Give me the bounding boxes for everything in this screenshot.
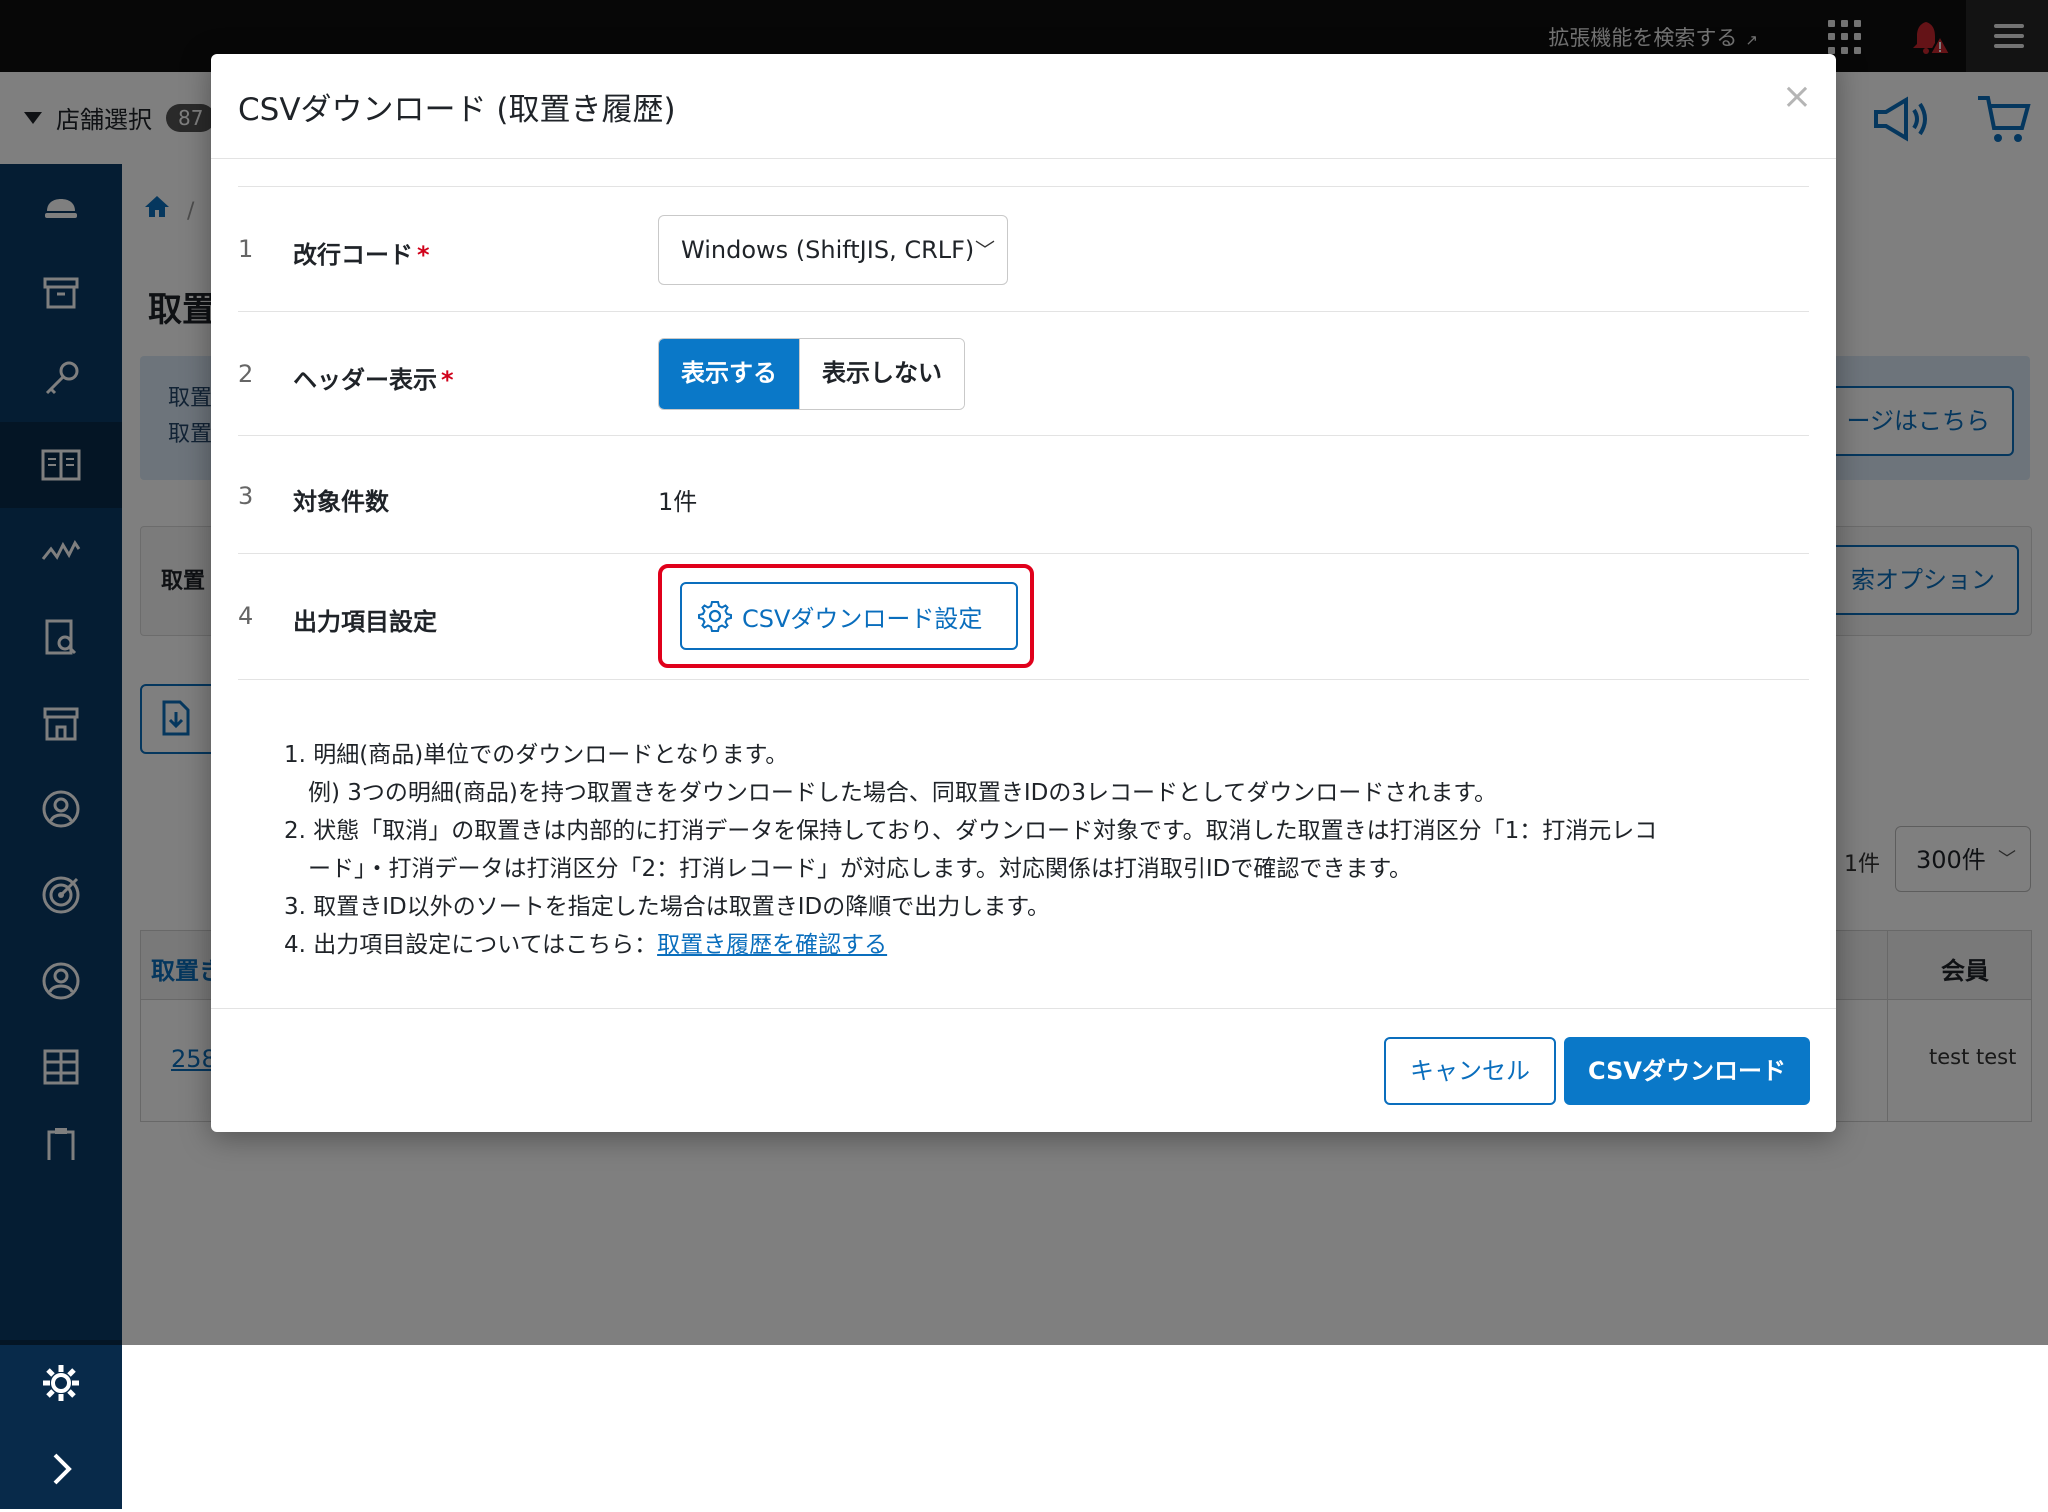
form-row-target-count: 3 対象件数 1件 — [238, 435, 1809, 554]
form-row-line-ending: 1 改行コード * Windows (ShiftJIS, CRLF) ﹀ — [238, 186, 1809, 312]
reservation-history-link[interactable]: 取置き履歴を確認する — [657, 932, 887, 958]
highlight-annotation: CSVダウンロード設定 — [658, 564, 1034, 668]
csv-download-settings-button[interactable]: CSVダウンロード設定 — [680, 582, 1018, 650]
header-display-toggle: 表示する 表示しない — [658, 338, 965, 410]
chevron-right-icon — [53, 1453, 72, 1485]
sidebar-expand-button[interactable] — [0, 1426, 122, 1512]
show-header-option[interactable]: 表示する — [659, 339, 799, 409]
modal-footer: キャンセル CSVダウンロード — [211, 1008, 1836, 1133]
cancel-button[interactable]: キャンセル — [1384, 1037, 1556, 1105]
close-button[interactable]: × — [1782, 76, 1812, 117]
row-number: 1 — [238, 235, 254, 263]
required-mark: * — [417, 241, 430, 269]
csv-download-modal: CSVダウンロード (取置き履歴) × 1 改行コード * Windows (Sh… — [211, 54, 1836, 1132]
settings-button[interactable] — [0, 1340, 122, 1426]
modal-title: CSVダウンロード (取置き履歴) — [238, 92, 676, 128]
required-mark: * — [441, 366, 454, 394]
note-item: 3. 取置きID以外のソートを指定した場合は取置きIDの降順で出力します。 — [284, 894, 1050, 920]
target-count-value: 1件 — [658, 488, 698, 516]
note-item: 2. 状態「取消」の取置きは内部的に打消データを保持しており、ダウンロード対象で… — [284, 818, 1658, 844]
notes-list: 1. 明細(商品)単位でのダウンロードとなります。 例) 3つの明細(商品)を持… — [284, 736, 1804, 964]
note-item: 4. 出力項目設定についてはこちら：取置き履歴を確認する — [284, 932, 888, 958]
row-label: 対象件数 — [293, 488, 389, 516]
settings-button-label: CSVダウンロード設定 — [742, 604, 983, 633]
hide-header-option[interactable]: 表示しない — [799, 339, 964, 409]
gear-icon — [698, 601, 732, 632]
row-number: 2 — [238, 360, 254, 388]
csv-download-button[interactable]: CSVダウンロード — [1564, 1037, 1810, 1105]
form-row-header-display: 2 ヘッダー表示 * 表示する 表示しない — [238, 311, 1809, 436]
modal-header: CSVダウンロード (取置き履歴) × — [211, 54, 1836, 159]
line-ending-select[interactable]: Windows (ShiftJIS, CRLF) ﹀ — [658, 215, 1008, 285]
row-number: 4 — [238, 602, 254, 630]
note-item: 例) 3つの明細(商品)を持つ取置きをダウンロードした場合、同取置きIDの3レコ… — [308, 780, 1498, 806]
note-item: 1. 明細(商品)単位でのダウンロードとなります。 — [284, 742, 789, 768]
row-number: 3 — [238, 482, 254, 510]
row-label: ヘッダー表示 * — [293, 366, 454, 394]
form-row-output-settings: 4 出力項目設定 CSVダウンロード設定 — [238, 553, 1809, 680]
row-label: 改行コード * — [293, 241, 430, 269]
chevron-down-icon: ﹀ — [975, 238, 995, 262]
row-label: 出力項目設定 — [293, 608, 437, 636]
gear-icon — [43, 1365, 79, 1401]
note-item: ード」・打消データは打消区分「2：打消レコード」が対応します。対応関係は打消取引… — [308, 856, 1413, 882]
sidebar-footer — [0, 1340, 122, 1509]
